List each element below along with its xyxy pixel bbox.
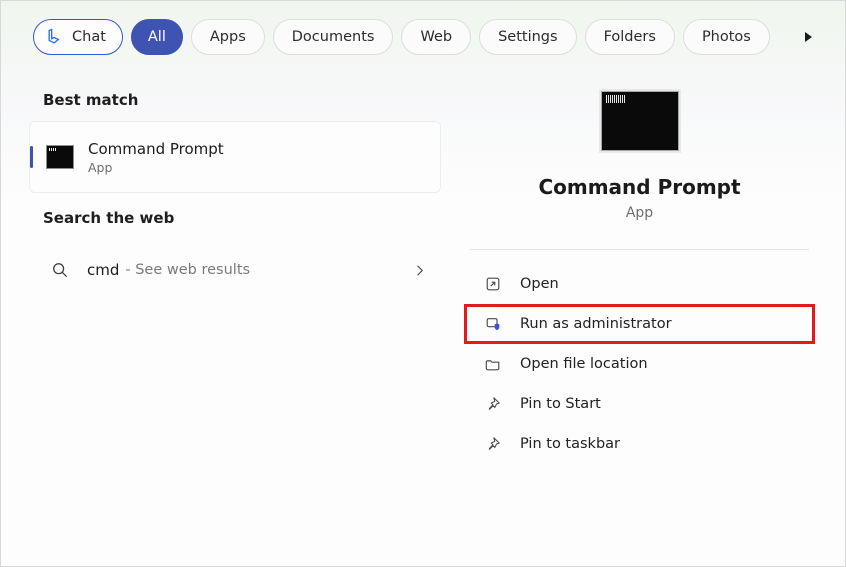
filter-web[interactable]: Web xyxy=(401,19,471,55)
command-prompt-large-icon xyxy=(601,91,679,151)
filter-chat[interactable]: Chat xyxy=(33,19,123,55)
folder-icon xyxy=(484,355,502,373)
filter-all[interactable]: All xyxy=(131,19,183,55)
web-search-result[interactable]: cmd - See web results xyxy=(29,243,441,297)
web-query-suffix: - See web results xyxy=(125,262,250,278)
detail-panel: Command Prompt App Open Run as administr… xyxy=(453,67,845,562)
action-label: Run as administrator xyxy=(520,316,672,332)
best-match-title: Command Prompt xyxy=(88,140,224,158)
action-label: Open xyxy=(520,276,559,292)
admin-shield-icon xyxy=(484,315,502,333)
filter-folders[interactable]: Folders xyxy=(585,19,675,55)
action-pin-to-taskbar[interactable]: Pin to taskbar xyxy=(468,424,811,464)
divider xyxy=(470,249,809,250)
filter-label: Settings xyxy=(498,29,557,45)
filter-documents[interactable]: Documents xyxy=(273,19,394,55)
results-column: Best match Command Prompt App Search the… xyxy=(1,67,453,562)
best-match-result[interactable]: Command Prompt App xyxy=(29,121,441,193)
section-header-search-web: Search the web xyxy=(1,193,453,239)
best-match-subtitle: App xyxy=(88,160,224,175)
search-filter-bar: Chat All Apps Documents Web Settings Fol… xyxy=(1,1,845,67)
filter-label: Folders xyxy=(604,29,656,45)
chevron-right-icon xyxy=(413,263,427,277)
filter-label: Chat xyxy=(72,29,106,45)
filter-settings[interactable]: Settings xyxy=(479,19,576,55)
command-prompt-icon xyxy=(46,145,74,169)
action-open[interactable]: Open xyxy=(468,264,811,304)
action-label: Open file location xyxy=(520,356,648,372)
action-open-file-location[interactable]: Open file location xyxy=(468,344,811,384)
section-header-best-match: Best match xyxy=(1,75,453,121)
action-label: Pin to taskbar xyxy=(520,436,620,452)
filter-label: All xyxy=(148,29,166,45)
detail-title: Command Prompt xyxy=(464,175,815,199)
scroll-filters-right-icon[interactable] xyxy=(799,27,819,47)
pin-icon xyxy=(484,395,502,413)
pin-icon xyxy=(484,435,502,453)
open-icon xyxy=(484,275,502,293)
filter-label: Web xyxy=(420,29,452,45)
bing-chat-icon xyxy=(44,26,66,48)
filter-photos[interactable]: Photos xyxy=(683,19,770,55)
filter-apps[interactable]: Apps xyxy=(191,19,265,55)
search-icon xyxy=(51,261,69,279)
action-pin-to-start[interactable]: Pin to Start xyxy=(468,384,811,424)
action-run-as-administrator[interactable]: Run as administrator xyxy=(464,304,815,344)
filter-label: Photos xyxy=(702,29,751,45)
detail-subtitle: App xyxy=(464,205,815,221)
filter-label: Apps xyxy=(210,29,246,45)
action-label: Pin to Start xyxy=(520,396,601,412)
filter-label: Documents xyxy=(292,29,375,45)
web-query-text: cmd xyxy=(87,261,119,279)
